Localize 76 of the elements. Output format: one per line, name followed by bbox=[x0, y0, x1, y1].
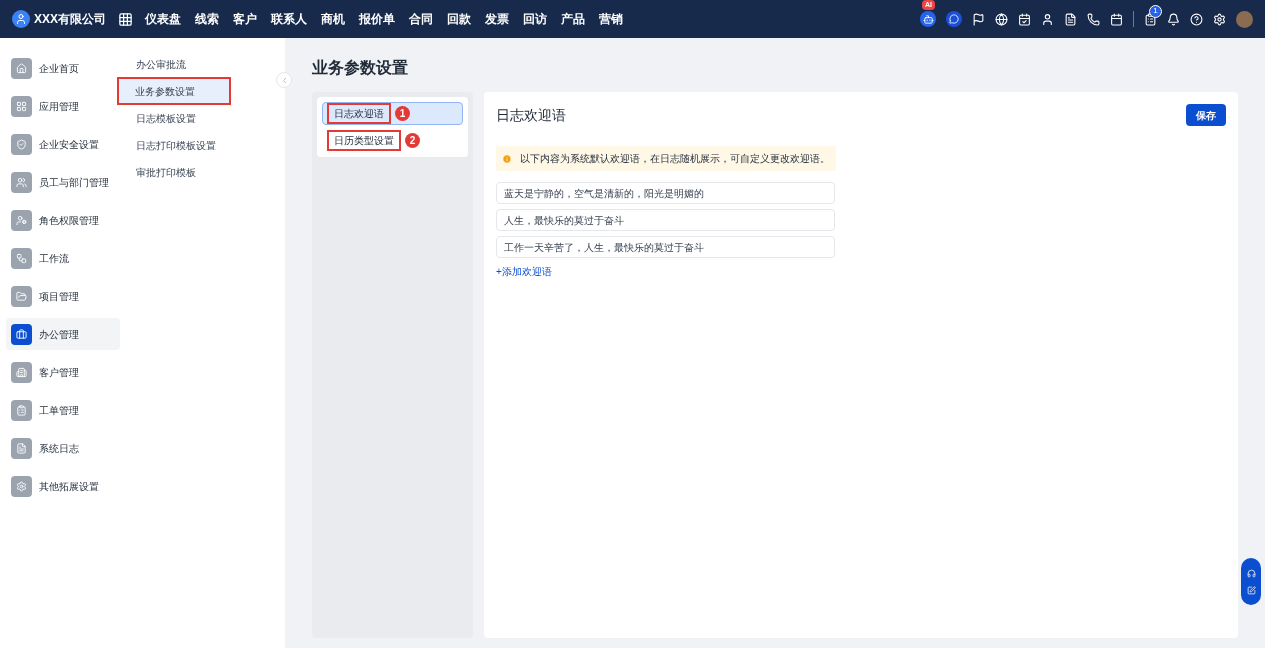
submenu-item[interactable]: 办公审批流 bbox=[120, 52, 279, 76]
user-icon[interactable] bbox=[1041, 12, 1054, 26]
headset-icon[interactable] bbox=[1246, 568, 1256, 578]
page-title: 业务参数设置 bbox=[312, 58, 409, 78]
category-item[interactable]: 日志欢迎语 1 bbox=[322, 102, 463, 125]
calendar-check-icon[interactable] bbox=[1018, 12, 1031, 26]
nav-link[interactable]: 仪表盘 bbox=[145, 10, 181, 28]
bell-icon[interactable] bbox=[1167, 12, 1180, 26]
nav-link[interactable]: 营销 bbox=[599, 10, 623, 28]
document-icon bbox=[11, 437, 32, 459]
briefcase-icon bbox=[11, 323, 32, 345]
step-marker: 1 bbox=[395, 106, 410, 121]
logo-icon bbox=[12, 10, 30, 28]
greeting-field[interactable]: 人生，最快乐的莫过于奋斗 bbox=[496, 209, 835, 231]
avatar[interactable] bbox=[1236, 10, 1253, 28]
sidebar-item[interactable]: 角色权限管理 bbox=[6, 204, 120, 236]
sidebar-item[interactable]: 企业首页 bbox=[6, 52, 120, 84]
nav-link[interactable]: 发票 bbox=[485, 10, 509, 28]
add-greeting-link[interactable]: +添加欢迎语 bbox=[496, 264, 552, 279]
sidebar-item[interactable]: 办公管理 bbox=[6, 318, 120, 350]
home-icon bbox=[11, 57, 32, 79]
company-name: XXX有限公司 bbox=[34, 11, 106, 28]
nav-link[interactable]: 线索 bbox=[195, 10, 219, 28]
sidebar-item[interactable]: 工作流 bbox=[6, 242, 120, 274]
sidebar-item[interactable]: 应用管理 bbox=[6, 90, 120, 122]
clipboard-icon bbox=[11, 399, 32, 421]
folder-icon bbox=[11, 285, 32, 307]
category-label: 日历类型设置 bbox=[327, 130, 401, 151]
settings-icon[interactable] bbox=[1213, 12, 1226, 26]
submenu-item[interactable]: 日志模板设置 bbox=[120, 106, 279, 130]
document-icon[interactable] bbox=[1064, 12, 1077, 26]
building-icon bbox=[11, 361, 32, 383]
info-icon bbox=[502, 153, 512, 164]
flag-icon[interactable] bbox=[972, 12, 985, 26]
user-icon bbox=[11, 209, 32, 231]
nav-link[interactable]: 产品 bbox=[561, 10, 585, 28]
sidebar-item[interactable]: 员工与部门管理 bbox=[6, 166, 120, 198]
flow-icon bbox=[11, 247, 32, 269]
submenu-item[interactable]: 日志打印模板设置 bbox=[120, 133, 279, 157]
nav-link[interactable]: 商机 bbox=[321, 10, 345, 28]
nav-link[interactable]: 联系人 bbox=[271, 10, 307, 28]
sidebar-item[interactable]: 系统日志 bbox=[6, 432, 120, 464]
notice-text: 以下内容为系统默认欢迎语，在日志随机展示，可自定义更改欢迎语。 bbox=[520, 152, 830, 166]
apps-icon[interactable] bbox=[118, 11, 133, 27]
step-marker: 2 bbox=[405, 133, 420, 148]
panel-title: 日志欢迎语 bbox=[496, 105, 566, 125]
nav-link[interactable]: 客户 bbox=[233, 10, 257, 28]
users-icon bbox=[11, 171, 32, 193]
sidebar-item[interactable]: 客户管理 bbox=[6, 356, 120, 388]
nav-link[interactable]: 回访 bbox=[523, 10, 547, 28]
edit-icon[interactable] bbox=[1246, 585, 1256, 595]
grid-icon bbox=[11, 95, 32, 117]
globe-icon[interactable] bbox=[995, 12, 1008, 26]
count-badge: 1 bbox=[1149, 4, 1162, 18]
sidebar-item[interactable]: 其他拓展设置 bbox=[6, 470, 120, 502]
greeting-field[interactable]: 蓝天是宁静的，空气是清新的，阳光是明媚的 bbox=[496, 182, 835, 204]
nav-link[interactable]: 报价单 bbox=[359, 10, 395, 28]
phone-icon[interactable] bbox=[1087, 12, 1100, 26]
sidebar-item[interactable]: 工单管理 bbox=[6, 394, 120, 426]
gear-icon bbox=[11, 475, 32, 497]
tasks-icon[interactable] bbox=[1144, 12, 1157, 26]
sidebar-item[interactable]: 企业安全设置 bbox=[6, 128, 120, 160]
category-label: 日志欢迎语 bbox=[327, 103, 391, 124]
shield-icon bbox=[11, 133, 32, 155]
sidebar-item[interactable]: 项目管理 bbox=[6, 280, 120, 312]
nav-link[interactable]: 回款 bbox=[447, 10, 471, 28]
robot-icon[interactable] bbox=[920, 11, 936, 27]
chat-icon[interactable] bbox=[946, 11, 962, 27]
nav-link[interactable]: 合同 bbox=[409, 10, 433, 28]
submenu-item[interactable]: 业务参数设置 bbox=[119, 79, 229, 103]
submenu-item[interactable]: 审批打印模板 bbox=[120, 160, 279, 184]
category-item[interactable]: 日历类型设置 2 bbox=[322, 129, 463, 152]
calendar-icon[interactable] bbox=[1110, 12, 1123, 26]
save-button[interactable]: 保存 bbox=[1186, 104, 1226, 126]
greeting-field[interactable]: 工作一天辛苦了，人生，最快乐的莫过于奋斗 bbox=[496, 236, 835, 258]
help-icon[interactable] bbox=[1190, 12, 1203, 26]
